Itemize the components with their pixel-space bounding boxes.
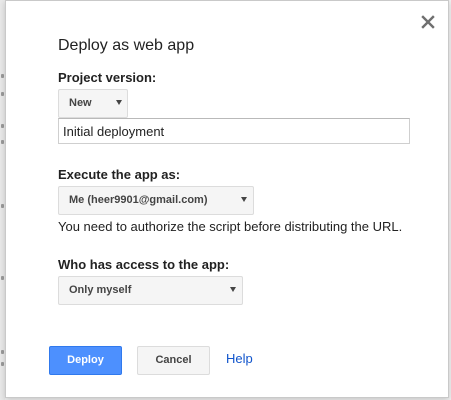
background-mark [1, 124, 4, 128]
cancel-button[interactable]: Cancel [137, 346, 210, 375]
chevron-down-icon [116, 100, 122, 105]
background-mark [1, 276, 4, 280]
version-description-input[interactable] [58, 118, 410, 144]
dialog-title: Deploy as web app [58, 37, 195, 54]
background-mark [1, 92, 4, 96]
execute-as-select[interactable]: Me (heer9901@gmail.com) [58, 186, 254, 215]
background-mark [1, 204, 4, 208]
background-mark [1, 140, 4, 144]
help-link[interactable]: Help [226, 351, 253, 366]
close-button[interactable] [418, 12, 438, 32]
chevron-down-icon [230, 287, 236, 292]
access-select[interactable]: Only myself [58, 276, 243, 305]
access-label: Who has access to the app: [58, 257, 230, 272]
project-version-label: Project version: [58, 70, 157, 85]
execute-as-label: Execute the app as: [58, 167, 181, 182]
project-version-value: New [69, 97, 92, 109]
project-version-select[interactable]: New [58, 89, 128, 118]
execute-as-value: Me (heer9901@gmail.com) [69, 194, 208, 206]
chevron-down-icon [241, 197, 247, 202]
background-mark [1, 74, 4, 78]
authorize-note: You need to authorize the script before … [58, 219, 403, 234]
access-value: Only myself [69, 284, 132, 296]
deploy-dialog: Deploy as web app Project version: New E… [5, 0, 449, 398]
background-mark [1, 350, 4, 354]
deploy-button[interactable]: Deploy [49, 346, 122, 375]
close-icon [421, 15, 435, 29]
background-mark [1, 362, 4, 366]
